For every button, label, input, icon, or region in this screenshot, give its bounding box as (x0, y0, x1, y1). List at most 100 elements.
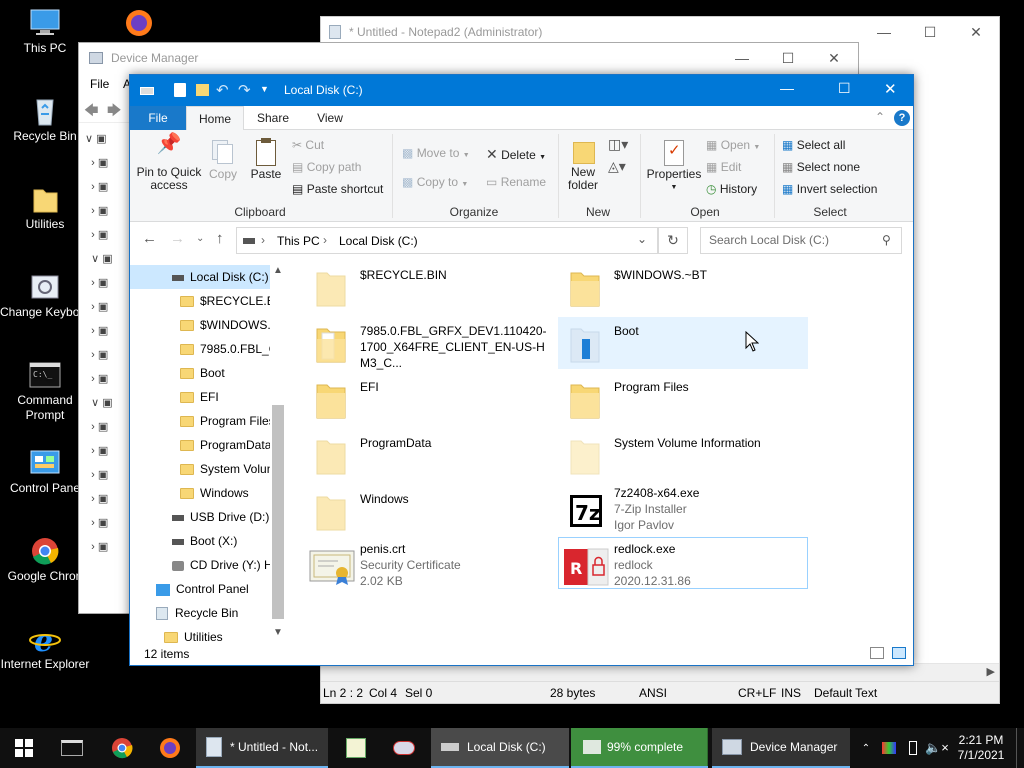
list-item[interactable]: penis.crt Security Certificate 2.02 KB (308, 541, 558, 593)
help-icon[interactable]: ? (894, 110, 910, 126)
close-icon[interactable]: ✕ (953, 17, 999, 47)
tree-expand-icon[interactable]: › ▣ (85, 175, 129, 199)
desktop-icon-command-prompt[interactable]: C:\_ Command Prompt (0, 360, 90, 423)
tree-expand-icon[interactable]: ∨ ▣ (85, 391, 129, 415)
list-item[interactable]: Windows (308, 485, 558, 537)
select-none-button[interactable]: ▦ Select none (782, 160, 860, 174)
maximize-icon[interactable]: ☐ (765, 43, 811, 73)
nav-item-folder[interactable]: Boot (180, 361, 225, 385)
close-icon[interactable]: ✕ (811, 43, 857, 73)
desktop-icon-utilities[interactable]: Utilities (0, 184, 90, 232)
tree-expand-icon[interactable]: › ▣ (85, 271, 129, 295)
list-item[interactable]: Program Files (562, 373, 812, 425)
address-bar[interactable]: › This PC › Local Disk (C:) ⌄ (236, 227, 658, 254)
copy-path-button[interactable]: ▤ Copy path (292, 160, 361, 174)
tree-expand-icon[interactable]: ∨ ▣ (85, 127, 129, 151)
redo-icon[interactable]: ↷ (238, 81, 251, 99)
tab-share[interactable]: Share (244, 106, 302, 130)
breadcrumb-chevron-icon[interactable]: › (323, 233, 327, 247)
list-item[interactable]: ProgramData (308, 429, 558, 481)
tree-expand-icon[interactable]: › ▣ (85, 295, 129, 319)
search-icon[interactable]: ⚲ (882, 233, 891, 247)
list-item[interactable]: $WINDOWS.~BT (562, 261, 812, 313)
tree-expand-icon[interactable]: › ▣ (85, 367, 129, 391)
tray-app-icon[interactable] (879, 728, 899, 768)
forward-icon[interactable]: → (170, 230, 185, 247)
taskbar-local-disk[interactable]: Local Disk (C:) (431, 728, 569, 768)
tree-expand-icon[interactable]: › ▣ (85, 223, 129, 247)
desktop-icon-internet-explorer[interactable]: e Internet Explorer (0, 624, 90, 672)
start-button[interactable] (0, 728, 48, 768)
new-folder-button[interactable]: New folder (562, 138, 604, 192)
list-item[interactable]: 7z 7z2408-x64.exe 7-Zip Installer Igor Pav… (562, 485, 812, 537)
copy-button[interactable]: Copy (206, 138, 240, 181)
nav-item-folder[interactable]: EFI (180, 385, 219, 409)
large-icons-view-icon[interactable] (892, 647, 906, 659)
tab-view[interactable]: View (302, 106, 358, 130)
search-input[interactable]: Search Local Disk (C:) (700, 227, 902, 254)
taskbar-chrome[interactable] (102, 728, 142, 768)
address-dropdown-icon[interactable]: ⌄ (637, 232, 647, 246)
nav-item-cd-drive[interactable]: CD Drive (Y:) H (172, 553, 273, 577)
tab-home[interactable]: Home (186, 106, 244, 131)
menu-file[interactable]: File (90, 73, 109, 95)
taskbar-app[interactable] (336, 728, 376, 768)
tray-clock[interactable]: 2:21 PM 7/1/2021 (952, 728, 1010, 768)
nav-item-local-disk[interactable]: Local Disk (C:) (172, 265, 269, 289)
list-item[interactable]: $RECYCLE.BIN (308, 261, 558, 313)
nav-item-folder[interactable]: ProgramData (180, 433, 271, 457)
new-item-icon[interactable]: ◫▾ (608, 136, 628, 153)
tree-expand-icon[interactable]: ∨ ▣ (85, 247, 129, 271)
new-folder-qat-icon[interactable] (196, 84, 209, 96)
paste-shortcut-button[interactable]: ▤ Paste shortcut (292, 182, 383, 196)
list-item[interactable]: System Volume Information (562, 429, 812, 481)
nav-item-control-panel[interactable]: Control Panel (156, 577, 249, 601)
explorer-titlebar[interactable]: ↶ ↷ ▼ Local Disk (C:) — ☐ ✕ (130, 75, 913, 106)
back-icon[interactable]: ← (142, 230, 157, 247)
desktop-icon-firefox[interactable] (94, 8, 184, 41)
tree-expand-icon[interactable]: › ▣ (85, 463, 129, 487)
properties-button[interactable]: ✓ Properties ▼ (644, 138, 704, 194)
desktop-icon-google-chrome[interactable]: Google Chron (0, 536, 90, 584)
delete-button[interactable]: ✕ Delete ▼ (486, 146, 546, 163)
tree-expand-icon[interactable]: › ▣ (85, 415, 129, 439)
nav-item-recycle-bin[interactable]: Recycle Bin (156, 601, 238, 625)
back-arrow-icon[interactable]: 🡄 (84, 100, 98, 124)
nav-item-folder[interactable]: 7985.0.FBL_GI (180, 337, 281, 361)
nav-item-folder[interactable]: Program Files (180, 409, 275, 433)
nav-scrollbar[interactable]: ▲ ▼ (270, 261, 286, 643)
maximize-icon[interactable]: ☐ (907, 17, 953, 47)
tree-expand-icon[interactable]: › ▣ (85, 439, 129, 463)
nav-item-folder[interactable]: $WINDOWS.~ (180, 313, 278, 337)
desktop-icon-change-keyboard[interactable]: Change Keyboard Layo (0, 272, 90, 320)
breadcrumb-local-disk[interactable]: Local Disk (C:) (339, 234, 418, 248)
desktop-icon-control-panel[interactable]: Control Pane (0, 448, 90, 496)
minimize-icon[interactable]: — (719, 43, 765, 73)
tray-usb[interactable] (903, 728, 923, 768)
list-item[interactable]: 7985.0.FBL_GRFX_DEV1.110420-1700_X64FRE_… (308, 317, 558, 370)
close-icon[interactable]: ✕ (884, 80, 897, 98)
tree-expand-icon[interactable]: › ▣ (85, 487, 129, 511)
nav-item-boot-drive[interactable]: Boot (X:) (172, 529, 237, 553)
history-button[interactable]: ◷ History (706, 182, 757, 196)
collapse-ribbon-icon[interactable]: ⌃ (875, 110, 885, 124)
easy-access-icon[interactable]: ◬▾ (608, 158, 626, 175)
refresh-button[interactable]: ↻ (658, 227, 688, 254)
taskbar-copy-progress[interactable]: 99% complete (571, 728, 708, 768)
undo-icon[interactable]: ↶ (216, 81, 229, 99)
tree-expand-icon[interactable]: › ▣ (85, 319, 129, 343)
move-to-button[interactable]: ▩ Move to ▼ (402, 146, 470, 160)
paste-button[interactable]: Paste (246, 138, 286, 181)
qat-dropdown-icon[interactable]: ▼ (260, 84, 269, 94)
desktop-icon-this-pc[interactable]: This PC (0, 8, 90, 56)
list-item[interactable]: R redlock.exe redlock 2020.12.31.86 (562, 541, 812, 593)
properties-qat-icon[interactable] (174, 83, 186, 97)
taskbar-device-manager[interactable]: Device Manager (712, 728, 850, 768)
invert-selection-button[interactable]: ▦ Invert selection (782, 182, 877, 196)
desktop-icon-recycle-bin[interactable]: Recycle Bin (0, 96, 90, 144)
taskbar-cmd[interactable] (52, 728, 92, 768)
breadcrumb-chevron-icon[interactable]: › (261, 233, 265, 247)
taskbar-notepad[interactable]: * Untitled - Not... (196, 728, 328, 768)
nav-item-utilities[interactable]: Utilities (164, 625, 223, 643)
list-item[interactable]: Boot (562, 317, 812, 369)
